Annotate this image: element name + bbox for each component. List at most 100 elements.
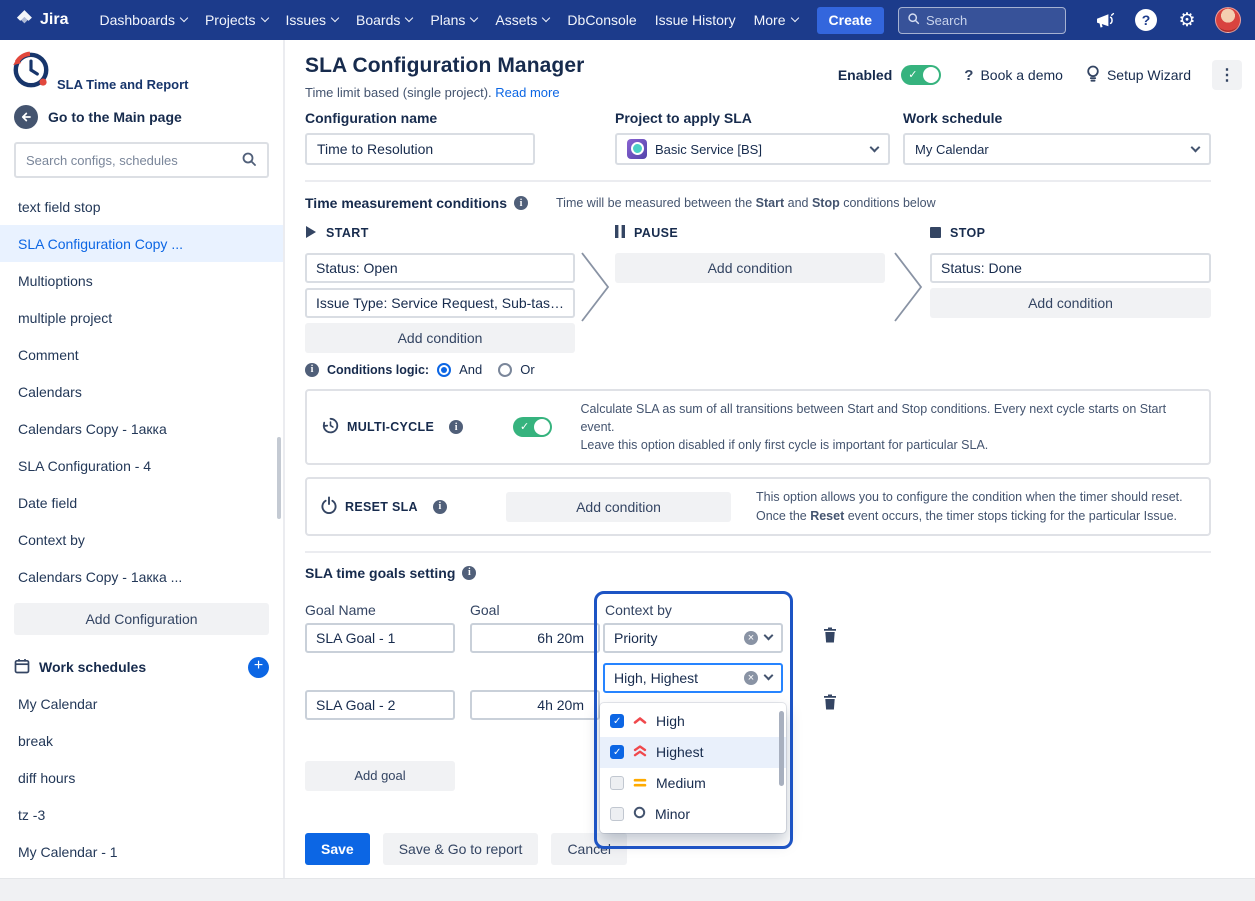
config-item[interactable]: Calendars — [0, 373, 283, 410]
clear-icon[interactable] — [744, 671, 758, 685]
nav-boards[interactable]: Boards — [347, 0, 421, 40]
start-add-condition-button[interactable]: Add condition — [305, 323, 575, 353]
add-goal-button[interactable]: Add goal — [305, 761, 455, 791]
config-item[interactable]: Calendars Copy - 1акка — [0, 410, 283, 447]
pause-add-condition-button[interactable]: Add condition — [615, 253, 885, 283]
help-icon[interactable] — [1133, 7, 1159, 33]
reset-add-condition-button[interactable]: Add condition — [506, 492, 731, 522]
info-icon[interactable] — [433, 500, 447, 514]
sidebar: SLA Time and Report Go to the Main page … — [0, 40, 285, 878]
save-button[interactable]: Save — [305, 833, 370, 865]
checkbox[interactable] — [610, 745, 624, 759]
search-icon — [907, 12, 920, 28]
global-search-input[interactable] — [926, 13, 1057, 28]
start-label: START — [326, 226, 369, 240]
config-item[interactable]: SLA Configuration - 4 — [0, 447, 283, 484]
priority-high-icon — [633, 713, 647, 729]
context-field-select[interactable]: Priority — [603, 623, 783, 653]
info-icon[interactable] — [449, 420, 463, 434]
checkbox[interactable] — [610, 714, 624, 728]
app-logo-row: SLA Time and Report — [0, 50, 283, 94]
stop-condition[interactable]: Status: Done — [930, 253, 1211, 283]
nav-issues[interactable]: Issues — [277, 0, 347, 40]
context-values-select[interactable]: High, Highest — [603, 663, 783, 693]
nav-projects[interactable]: Projects — [196, 0, 277, 40]
option-highest[interactable]: Highest — [600, 737, 786, 768]
add-schedule-button[interactable] — [248, 657, 269, 678]
config-item-selected[interactable]: SLA Configuration Copy ... — [0, 225, 283, 262]
announcement-icon[interactable] — [1092, 7, 1118, 33]
config-item[interactable]: Context by — [0, 521, 283, 558]
nav-label: Boards — [356, 12, 400, 28]
nav-issue-history[interactable]: Issue History — [646, 0, 745, 40]
book-demo-button[interactable]: Book a demo — [964, 67, 1063, 84]
schedule-item[interactable]: My Calendar — [0, 685, 283, 722]
project-select[interactable]: Basic Service [BS] — [615, 133, 890, 165]
nav-icon-cluster — [1092, 7, 1241, 33]
info-icon[interactable] — [462, 566, 476, 580]
dropdown-scrollbar[interactable] — [779, 711, 784, 786]
config-search-input[interactable] — [26, 153, 233, 168]
work-schedule-select[interactable]: My Calendar — [903, 133, 1211, 165]
delete-goal-button[interactable] — [820, 624, 840, 649]
config-item[interactable]: multiple project — [0, 299, 283, 336]
nav-more[interactable]: More — [745, 0, 807, 40]
goal-name-column-header: Goal Name — [305, 602, 376, 618]
settings-gear-icon[interactable] — [1174, 7, 1200, 33]
enabled-toggle[interactable] — [901, 65, 941, 85]
start-condition[interactable]: Issue Type: Service Request, Sub-task, T… — [305, 288, 575, 318]
goal-name-input[interactable] — [305, 690, 455, 720]
option-high[interactable]: High — [600, 706, 786, 737]
more-options-button[interactable] — [1212, 60, 1242, 90]
nav-dashboards[interactable]: Dashboards — [90, 0, 196, 40]
user-avatar[interactable] — [1215, 7, 1241, 33]
hint-text: and — [784, 196, 812, 210]
nav-dbconsole[interactable]: DbConsole — [558, 0, 645, 40]
question-mark-icon — [1135, 9, 1157, 31]
create-button[interactable]: Create — [817, 7, 885, 34]
save-go-report-button[interactable]: Save & Go to report — [383, 833, 539, 865]
goal-value-input[interactable] — [470, 623, 600, 653]
logic-and-radio[interactable] — [437, 363, 451, 377]
goal-name-input[interactable] — [305, 623, 455, 653]
jira-logo[interactable]: Jira — [14, 8, 68, 33]
back-to-main-link[interactable]: Go to the Main page — [0, 104, 283, 130]
chevron-down-icon — [870, 142, 880, 152]
config-item[interactable]: Calendars Copy - 1акка ... — [0, 558, 283, 595]
sidebar-scrollbar[interactable] — [277, 437, 281, 519]
schedule-item[interactable]: diff hours — [0, 759, 283, 796]
schedule-item[interactable]: break — [0, 722, 283, 759]
logic-or-radio[interactable] — [498, 363, 512, 377]
config-item[interactable]: Comment — [0, 336, 283, 373]
config-item[interactable]: text field stop — [0, 188, 283, 225]
page-header: SLA Configuration Manager Time limit bas… — [305, 54, 1242, 100]
stop-icon — [930, 225, 941, 241]
schedule-item[interactable]: tz -3 — [0, 796, 283, 833]
checkbox[interactable] — [610, 807, 624, 821]
checkbox[interactable] — [610, 776, 624, 790]
clear-icon[interactable] — [744, 631, 758, 645]
config-name-input[interactable] — [305, 133, 535, 165]
read-more-link[interactable]: Read more — [495, 85, 559, 100]
chevron-down-icon — [542, 14, 550, 22]
page-title: SLA Configuration Manager — [305, 54, 584, 78]
config-item[interactable]: Multioptions — [0, 262, 283, 299]
nav-plans[interactable]: Plans — [421, 0, 486, 40]
option-label: High — [656, 713, 685, 729]
nav-assets[interactable]: Assets — [486, 0, 558, 40]
multi-cycle-toggle[interactable] — [513, 417, 552, 437]
add-configuration-button[interactable]: Add Configuration — [14, 603, 269, 635]
option-minor[interactable]: Minor — [600, 799, 786, 830]
config-item[interactable]: Date field — [0, 484, 283, 521]
hint-start: Start — [756, 196, 784, 210]
info-icon[interactable] — [514, 196, 528, 210]
stop-add-condition-button[interactable]: Add condition — [930, 288, 1211, 318]
option-medium[interactable]: Medium — [600, 768, 786, 799]
setup-wizard-button[interactable]: Setup Wizard — [1086, 65, 1191, 86]
start-condition[interactable]: Status: Open — [305, 253, 575, 283]
goal-value-input[interactable] — [470, 690, 600, 720]
info-icon[interactable] — [305, 363, 319, 377]
schedule-item[interactable]: My Calendar - 1 — [0, 833, 283, 870]
delete-goal-button[interactable] — [820, 691, 840, 716]
cancel-button[interactable]: Cancel — [551, 833, 627, 865]
